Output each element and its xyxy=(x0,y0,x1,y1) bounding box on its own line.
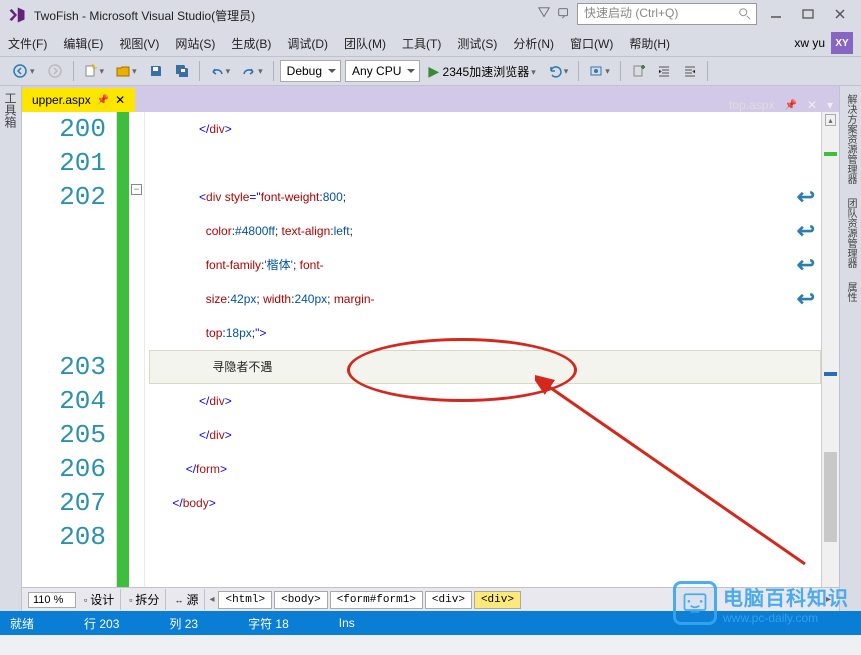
vertical-scrollbar[interactable]: ▴ xyxy=(821,112,839,587)
breadcrumb-left[interactable]: ◂ xyxy=(207,594,216,605)
team-explorer-tab[interactable]: 团队资源管理器 xyxy=(841,194,860,272)
change-marker-bar xyxy=(117,112,129,587)
tab-upper-aspx[interactable]: upper.aspx 📌 ✕ xyxy=(22,88,135,112)
nav-forward-button[interactable] xyxy=(43,61,67,81)
browserlink-button[interactable] xyxy=(585,62,614,80)
menubar: 文件(F) 编辑(E) 视图(V) 网站(S) 生成(B) 调试(D) 团队(M… xyxy=(0,30,861,56)
breadcrumb-body[interactable]: <body> xyxy=(274,591,328,609)
status-char: 字符 18 xyxy=(248,615,289,632)
code-body[interactable]: </div> <div style="font-weight:800; ↩ co… xyxy=(145,112,821,587)
vs-logo-icon xyxy=(8,6,26,24)
menu-view[interactable]: 视图(V) xyxy=(119,35,159,52)
menu-analyze[interactable]: 分析(N) xyxy=(513,35,554,52)
menu-help[interactable]: 帮助(H) xyxy=(629,35,670,52)
breadcrumb-div2[interactable]: <div> xyxy=(474,591,521,609)
right-rail: 解决方案资源管理器 团队资源管理器 属性 xyxy=(839,86,861,611)
undo-button[interactable] xyxy=(206,62,235,80)
statusbar: 就绪 行 203 列 23 字符 18 Ins xyxy=(0,611,861,635)
minimize-button[interactable] xyxy=(763,3,789,25)
save-button[interactable] xyxy=(145,62,167,80)
menu-tools[interactable]: 工具(T) xyxy=(402,35,441,52)
code-editor[interactable]: 200201202203204205206207208 − </div> <di… xyxy=(22,112,839,587)
save-all-button[interactable] xyxy=(171,62,193,80)
menu-build[interactable]: 生成(B) xyxy=(231,35,271,52)
titlebar: TwoFish - Microsoft Visual Studio(管理员) 快… xyxy=(0,0,861,30)
menu-window[interactable]: 窗口(W) xyxy=(570,35,613,52)
breadcrumb-form[interactable]: <form#form1> xyxy=(330,591,423,609)
nav-back-button[interactable] xyxy=(8,61,39,81)
document-tabs: upper.aspx 📌 ✕ top.aspx 📌 ✕ ▾ xyxy=(22,86,839,112)
menu-edit[interactable]: 编辑(E) xyxy=(63,35,103,52)
quick-launch-placeholder: 快速启动 (Ctrl+Q) xyxy=(584,6,678,20)
status-column: 列 23 xyxy=(169,615,198,632)
open-file-button[interactable] xyxy=(112,62,141,80)
tab-top-aspx[interactable]: top.aspx xyxy=(729,98,774,112)
config-dropdown[interactable]: Debug xyxy=(280,60,341,82)
feedback-icon[interactable] xyxy=(557,6,571,23)
editor-footer: ▫设计 ▫拆分 ↔源 ◂ <html> <body> <form#form1> … xyxy=(22,587,839,611)
new-file-button[interactable] xyxy=(80,62,109,80)
search-icon xyxy=(738,7,752,24)
dropdown-tabs-icon[interactable]: ▾ xyxy=(827,98,833,112)
line-number-gutter: 200201202203204205206207208 xyxy=(22,112,117,587)
indent-button[interactable] xyxy=(653,62,675,80)
properties-tab[interactable]: 属性 xyxy=(841,278,860,306)
new-item-button[interactable] xyxy=(627,62,649,80)
scrollbar-thumb[interactable] xyxy=(824,452,837,542)
redo-button[interactable] xyxy=(238,62,267,80)
toolbox-rail[interactable]: 工具箱 xyxy=(0,86,22,611)
close-button[interactable] xyxy=(827,3,853,25)
pin-icon[interactable]: 📌 xyxy=(784,100,796,111)
close-tab-icon[interactable]: ✕ xyxy=(807,98,817,112)
outlining-column[interactable]: − xyxy=(129,112,145,587)
menu-debug[interactable]: 调试(D) xyxy=(287,35,328,52)
user-avatar[interactable]: XY xyxy=(831,32,853,54)
editor-wrap: upper.aspx 📌 ✕ top.aspx 📌 ✕ ▾ 2002012022… xyxy=(22,86,839,611)
main-area: 工具箱 upper.aspx 📌 ✕ top.aspx 📌 ✕ ▾ 200201… xyxy=(0,86,861,611)
status-line: 行 203 xyxy=(84,615,119,632)
menu-file[interactable]: 文件(F) xyxy=(8,35,47,52)
pin-icon[interactable]: 📌 xyxy=(97,95,109,106)
status-ready: 就绪 xyxy=(10,615,34,632)
menu-test[interactable]: 测试(S) xyxy=(457,35,497,52)
start-button[interactable]: ▶ 2345加速浏览器 xyxy=(424,61,539,82)
breadcrumb-html[interactable]: <html> xyxy=(218,591,272,609)
quick-launch-input[interactable]: 快速启动 (Ctrl+Q) xyxy=(577,3,757,25)
menu-website[interactable]: 网站(S) xyxy=(175,35,215,52)
platform-dropdown[interactable]: Any CPU xyxy=(345,60,420,82)
menu-team[interactable]: 团队(M) xyxy=(344,35,386,52)
source-view-button[interactable]: ↔源 xyxy=(168,589,205,610)
toolbar: Debug Any CPU ▶ 2345加速浏览器 xyxy=(0,56,861,86)
notification-icon[interactable] xyxy=(537,6,551,23)
status-ins: Ins xyxy=(339,616,355,630)
solution-explorer-tab[interactable]: 解决方案资源管理器 xyxy=(841,90,860,188)
outdent-button[interactable] xyxy=(679,62,701,80)
breadcrumb-div1[interactable]: <div> xyxy=(425,591,472,609)
maximize-button[interactable] xyxy=(795,3,821,25)
outline-collapse-box[interactable]: − xyxy=(131,184,142,195)
window-title: TwoFish - Microsoft Visual Studio(管理员) xyxy=(34,7,255,24)
user-name[interactable]: xw yu xyxy=(794,36,825,50)
browser-refresh-button[interactable] xyxy=(544,62,573,80)
zoom-input[interactable] xyxy=(28,592,76,608)
design-view-button[interactable]: ▫设计 xyxy=(78,589,121,610)
close-tab-icon[interactable]: ✕ xyxy=(115,93,125,107)
split-view-button[interactable]: ▫拆分 xyxy=(123,589,166,610)
breadcrumb-right[interactable]: ▸ xyxy=(824,594,833,605)
